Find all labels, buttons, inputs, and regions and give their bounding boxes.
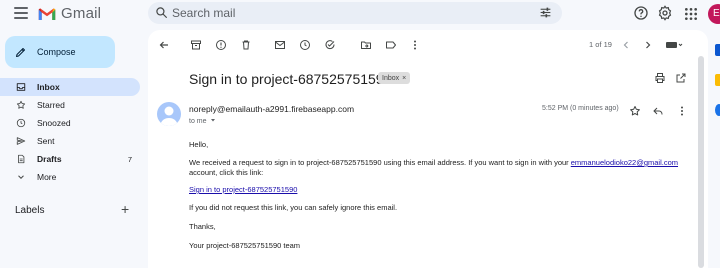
- body-paragraph: We received a request to sign in to proj…: [189, 158, 689, 178]
- top-bar: Gmail E: [0, 0, 720, 28]
- back-arrow-icon[interactable]: [158, 39, 170, 51]
- archive-icon[interactable]: [190, 39, 202, 51]
- main-menu-button[interactable]: [14, 7, 28, 19]
- sender-avatar[interactable]: [157, 102, 181, 126]
- add-label-button[interactable]: +: [121, 202, 129, 216]
- email-body: Hello, We received a request to sign in …: [189, 140, 689, 251]
- scrollbar[interactable]: [698, 56, 704, 268]
- recipient-details-toggle[interactable]: to me: [189, 117, 216, 125]
- email-subject: Sign in to project-687525751590: [189, 71, 392, 87]
- click-link-text: account, click this link:: [189, 168, 264, 177]
- sidebar-item-snoozed[interactable]: Snoozed: [0, 114, 140, 132]
- sidebar-item-inbox[interactable]: Inbox: [0, 78, 140, 96]
- keep-app-icon[interactable]: [715, 74, 720, 86]
- signin-link-paragraph: Sign in to project-687525751590: [189, 185, 689, 195]
- snooze-clock-icon[interactable]: [299, 39, 311, 51]
- send-icon: [16, 137, 26, 145]
- tasks-app-icon[interactable]: [715, 104, 720, 116]
- email-more-icon[interactable]: [676, 105, 688, 117]
- calendar-app-icon[interactable]: [715, 44, 720, 56]
- compose-button[interactable]: Compose: [5, 36, 115, 68]
- gmail-wordmark: Gmail: [61, 5, 102, 22]
- recipient-text: to me: [189, 118, 207, 125]
- sidebar-nav: Inbox Starred Snoozed Sent Drafts 7 More: [0, 78, 140, 186]
- signature-text: Your project-687525751590 team: [189, 241, 301, 250]
- pagination-text: 1 of 19: [589, 40, 612, 49]
- search-bar: [148, 2, 562, 24]
- keyboard-icon[interactable]: [665, 39, 683, 51]
- sidebar-item-label: Sent: [37, 136, 55, 146]
- email-view: 1 of 19 Sign in to project-687525751590 …: [148, 30, 708, 268]
- mark-unread-icon[interactable]: [274, 39, 286, 51]
- clock-icon: [16, 118, 26, 128]
- report-spam-icon[interactable]: [215, 39, 227, 51]
- sidebar-item-label: More: [37, 172, 57, 182]
- sidebar-item-more[interactable]: More: [0, 168, 140, 186]
- open-in-new-window-icon[interactable]: [675, 72, 687, 84]
- sidebar-item-drafts[interactable]: Drafts 7: [0, 150, 140, 168]
- search-input[interactable]: [172, 4, 512, 22]
- chevron-down-icon: [18, 175, 24, 179]
- sidebar-item-label: Starred: [37, 100, 65, 110]
- signin-link[interactable]: Sign in to project-687525751590: [189, 185, 297, 194]
- sender-email[interactable]: noreply@emailauth-a2991.firebaseapp.com: [189, 104, 354, 114]
- thanks-text: Thanks,: [189, 222, 216, 231]
- move-to-folder-icon[interactable]: [360, 39, 372, 51]
- chip-label: Inbox: [382, 74, 400, 82]
- inbox-label-chip: Inbox ×: [378, 72, 411, 84]
- sidebar-item-count: 7: [127, 154, 132, 164]
- apps-grid-icon[interactable]: [683, 6, 699, 22]
- print-icon[interactable]: [654, 72, 666, 84]
- settings-icon[interactable]: [657, 5, 673, 21]
- draft-file-icon: [18, 154, 25, 164]
- side-panel-rail: [709, 30, 720, 268]
- email-timestamp: 5:52 PM (0 minutes ago): [542, 105, 619, 112]
- pencil-icon: [16, 48, 25, 57]
- compose-label: Compose: [37, 47, 76, 57]
- sidebar-item-label: Drafts: [37, 154, 62, 164]
- sidebar-item-label: Inbox: [37, 82, 60, 92]
- chevron-right-icon[interactable]: [642, 39, 654, 51]
- delete-icon[interactable]: [240, 39, 252, 51]
- reply-icon[interactable]: [652, 105, 664, 117]
- sidebar-item-label: Snoozed: [37, 118, 71, 128]
- account-avatar[interactable]: E: [708, 4, 720, 24]
- star-icon: [16, 100, 26, 109]
- gmail-logo[interactable]: Gmail: [38, 5, 101, 22]
- person-icon: [160, 106, 178, 126]
- ignore-text: If you did not request this link, you ca…: [189, 203, 398, 212]
- search-options-icon[interactable]: [539, 6, 552, 19]
- inbox-icon: [16, 83, 26, 91]
- chevron-left-icon[interactable]: [620, 39, 632, 51]
- request-text: We received a request to sign in to proj…: [189, 158, 569, 167]
- sidebar-item-starred[interactable]: Starred: [0, 96, 140, 114]
- gmail-logo-icon: [38, 7, 56, 20]
- remove-label-button[interactable]: ×: [402, 75, 406, 82]
- greeting-text: Hello,: [189, 140, 209, 149]
- help-icon[interactable]: [633, 5, 649, 21]
- recipient-email-link[interactable]: emmanuelodioko22@gmail.com: [571, 158, 678, 167]
- star-email-icon[interactable]: [629, 105, 641, 117]
- search-icon[interactable]: [155, 6, 168, 19]
- label-tag-icon[interactable]: [385, 39, 397, 51]
- caret-down-icon: [211, 119, 216, 122]
- more-vert-icon[interactable]: [409, 39, 421, 51]
- sidebar-item-sent[interactable]: Sent: [0, 132, 140, 150]
- add-task-icon[interactable]: [324, 39, 336, 51]
- labels-heading: Labels: [15, 205, 45, 216]
